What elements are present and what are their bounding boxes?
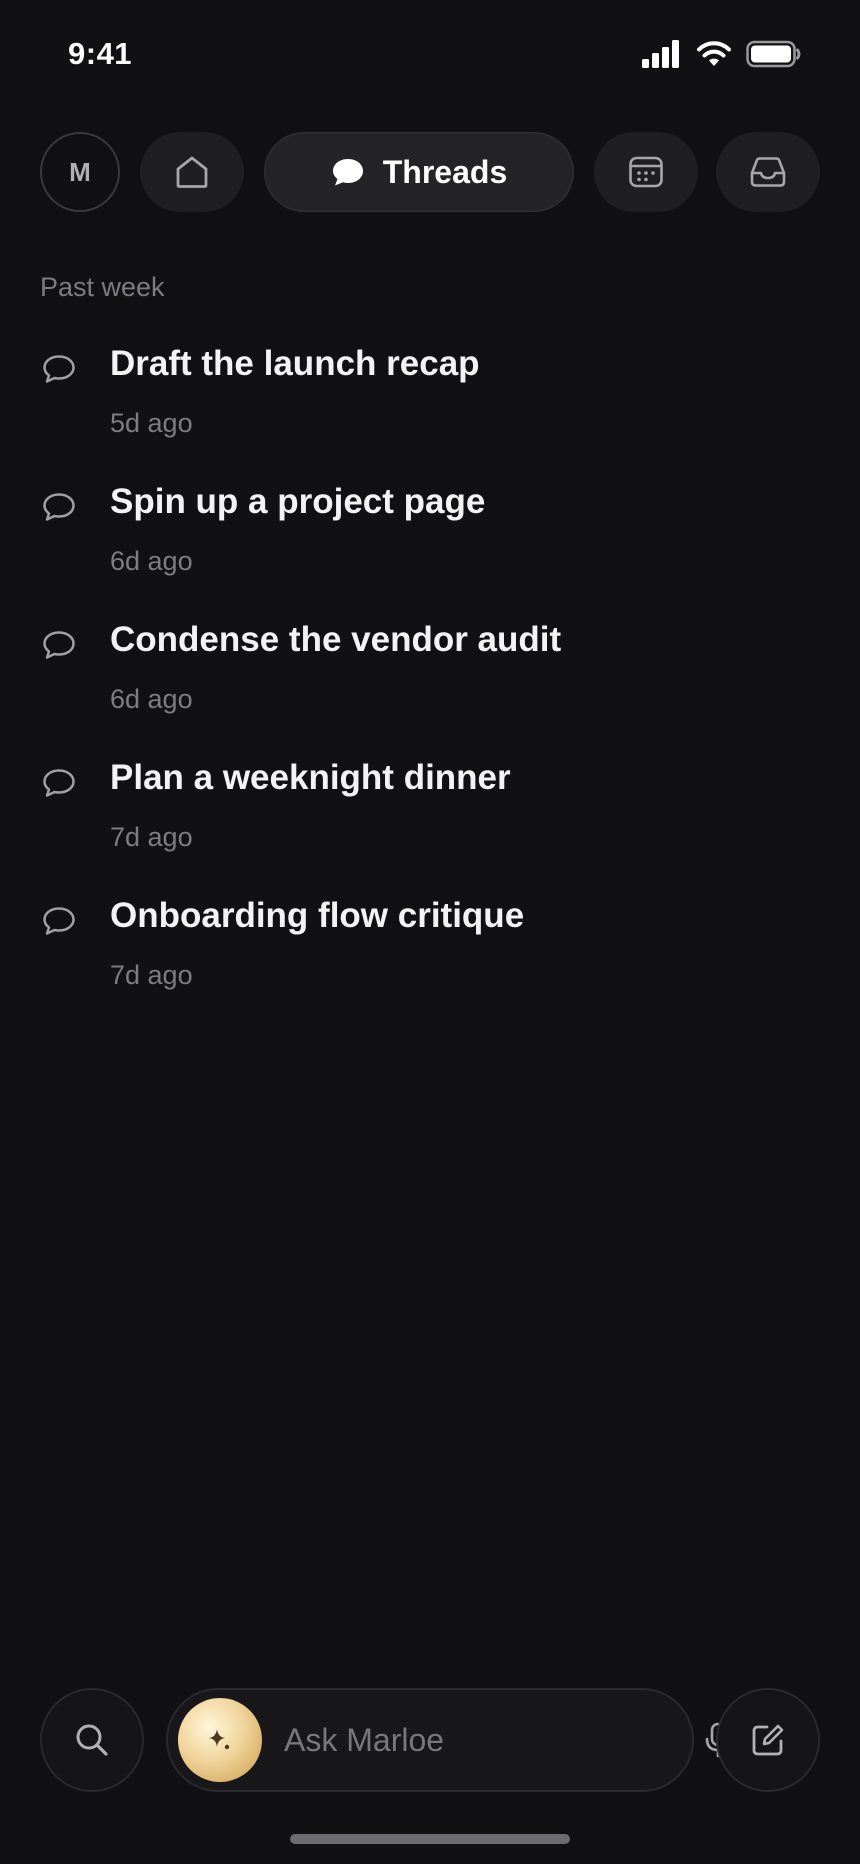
search-icon: [76, 1724, 108, 1756]
compose-icon: [752, 1724, 784, 1756]
inbox-tab-button[interactable]: [716, 132, 820, 212]
calendar-tab-button[interactable]: [594, 132, 698, 212]
chat-bubble-outline-icon: [43, 493, 75, 521]
thread-title: Onboarding flow critique: [110, 896, 525, 935]
thread-item[interactable]: Onboarding flow critique 7d ago: [40, 896, 820, 1034]
bottom-bar: [40, 1688, 820, 1792]
thread-timestamp: 7d ago: [110, 822, 193, 852]
thread-timestamp: 5d ago: [110, 408, 193, 438]
thread-title: Spin up a project page: [110, 482, 486, 521]
thread-item[interactable]: Draft the launch recap 5d ago: [40, 344, 820, 482]
threads-tab-label: Threads: [382, 153, 508, 190]
chat-bubble-outline-icon: [43, 631, 75, 659]
home-icon: [176, 156, 208, 188]
profile-avatar-button[interactable]: M: [40, 132, 120, 212]
status-icons: [642, 40, 802, 68]
ask-bar[interactable]: [166, 1688, 731, 1792]
thread-list: Draft the launch recap 5d ago Spin up a …: [40, 344, 820, 1034]
thread-title: Condense the vendor audit: [110, 620, 562, 659]
chat-bubble-icon: [332, 159, 363, 186]
chat-bubble-outline-icon: [43, 769, 75, 797]
thread-timestamp: 6d ago: [110, 684, 193, 714]
thread-timestamp: 7d ago: [110, 960, 193, 990]
thread-item[interactable]: Condense the vendor audit 6d ago: [40, 620, 820, 758]
top-nav: M Threads: [40, 132, 820, 212]
cellular-signal-icon: [642, 40, 679, 68]
threads-screen: 9:41 M Threads Past week Draft the launc…: [0, 0, 860, 1864]
thread-item[interactable]: Spin up a project page 6d ago: [40, 482, 820, 620]
battery-icon: [746, 40, 801, 68]
thread-title: Draft the launch recap: [110, 344, 480, 383]
inbox-icon: [750, 157, 786, 187]
calendar-icon: [629, 156, 663, 188]
ask-input[interactable]: [284, 1721, 704, 1759]
chat-bubble-outline-icon: [43, 907, 75, 935]
sparkle-icon: [209, 1729, 230, 1750]
wifi-icon: [697, 41, 731, 66]
thread-title: Plan a weeknight dinner: [110, 758, 511, 797]
assistant-orb-button[interactable]: [178, 1698, 262, 1782]
status-time: 9:41: [68, 36, 133, 71]
thread-timestamp: 6d ago: [110, 546, 193, 576]
compose-button[interactable]: [716, 1688, 820, 1792]
thread-item[interactable]: Plan a weeknight dinner 7d ago: [40, 758, 820, 896]
avatar-initial: M: [69, 156, 91, 187]
chat-bubble-outline-icon: [43, 355, 75, 383]
status-bar: 9:41: [0, 0, 860, 110]
home-tab-button[interactable]: [140, 132, 244, 212]
home-indicator[interactable]: [290, 1834, 570, 1844]
search-button[interactable]: [40, 1688, 144, 1792]
tab-threads[interactable]: Threads: [264, 132, 574, 212]
section-label-past-week: Past week: [40, 272, 165, 302]
